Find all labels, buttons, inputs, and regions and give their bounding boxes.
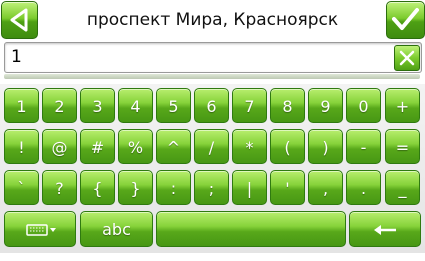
key-label: _ bbox=[398, 179, 407, 198]
key-label: * bbox=[245, 138, 254, 157]
search-input[interactable]: 1 bbox=[4, 42, 422, 73]
key-label: % bbox=[127, 138, 144, 157]
key[interactable]: % bbox=[118, 129, 153, 164]
key[interactable]: - bbox=[346, 129, 381, 164]
key[interactable]: 7 bbox=[232, 88, 267, 123]
key-label: ? bbox=[55, 179, 64, 198]
close-icon bbox=[399, 50, 415, 66]
key-label: } bbox=[130, 179, 141, 198]
key[interactable]: 6 bbox=[194, 88, 229, 123]
key[interactable]: 2 bbox=[42, 88, 77, 123]
key[interactable]: ; bbox=[194, 170, 229, 205]
key-label: 9 bbox=[320, 97, 331, 116]
key[interactable]: : bbox=[156, 170, 191, 205]
key[interactable]: _ bbox=[385, 170, 420, 205]
key[interactable]: 0 bbox=[346, 88, 381, 123]
key-label: ) bbox=[322, 138, 329, 157]
key-label: - bbox=[360, 138, 367, 157]
key-label: { bbox=[92, 179, 103, 198]
key[interactable]: 8 bbox=[270, 88, 305, 123]
keyboard-layout-button[interactable] bbox=[4, 211, 76, 247]
key-label: + bbox=[395, 97, 410, 116]
abc-button-label: abc bbox=[102, 220, 131, 239]
key[interactable]: 3 bbox=[80, 88, 115, 123]
key[interactable]: ) bbox=[308, 129, 343, 164]
abc-button[interactable]: abc bbox=[80, 211, 153, 247]
key-label: ' bbox=[285, 179, 290, 198]
key-label: . bbox=[360, 179, 367, 198]
key-label: : bbox=[170, 179, 177, 198]
key-label: 0 bbox=[358, 97, 369, 116]
key[interactable]: | bbox=[232, 170, 267, 205]
key[interactable]: 4 bbox=[118, 88, 153, 123]
divider bbox=[4, 74, 420, 79]
key[interactable]: 1 bbox=[4, 88, 39, 123]
key[interactable]: { bbox=[80, 170, 115, 205]
key-label: ! bbox=[18, 138, 25, 157]
key[interactable]: # bbox=[80, 129, 115, 164]
key[interactable]: ` bbox=[4, 170, 39, 205]
space-button[interactable] bbox=[156, 211, 346, 247]
key[interactable]: , bbox=[308, 170, 343, 205]
key[interactable]: / bbox=[194, 129, 229, 164]
key-label: 4 bbox=[130, 97, 141, 116]
clear-input-button[interactable] bbox=[394, 45, 420, 71]
key[interactable]: ' bbox=[270, 170, 305, 205]
key-label: ; bbox=[208, 179, 215, 198]
key[interactable]: . bbox=[346, 170, 381, 205]
search-input-value: 1 bbox=[11, 47, 22, 67]
key-label: 1 bbox=[16, 97, 27, 116]
keyboard-icon bbox=[26, 224, 56, 236]
key-label: = bbox=[395, 138, 410, 157]
confirm-button[interactable] bbox=[386, 1, 425, 39]
key-label: , bbox=[322, 179, 329, 198]
key[interactable]: 5 bbox=[156, 88, 191, 123]
key[interactable]: = bbox=[385, 129, 420, 164]
key-label: | bbox=[246, 179, 253, 198]
backspace-button[interactable] bbox=[349, 211, 421, 247]
key[interactable]: + bbox=[385, 88, 420, 123]
key-label: ^ bbox=[166, 138, 181, 157]
key[interactable]: ! bbox=[4, 129, 39, 164]
key[interactable]: 9 bbox=[308, 88, 343, 123]
key[interactable]: * bbox=[232, 129, 267, 164]
key-label: 3 bbox=[92, 97, 103, 116]
back-button[interactable] bbox=[1, 1, 38, 39]
key[interactable]: ^ bbox=[156, 129, 191, 164]
key-label: / bbox=[208, 138, 215, 157]
key-label: 5 bbox=[168, 97, 179, 116]
key-label: 8 bbox=[282, 97, 293, 116]
backspace-arrow-icon bbox=[374, 225, 396, 235]
page-title: проспект Мира, Красноярск bbox=[86, 10, 339, 30]
key-label: ( bbox=[284, 138, 291, 157]
key[interactable]: } bbox=[118, 170, 153, 205]
key-label: @ bbox=[51, 138, 68, 157]
key-label: # bbox=[90, 138, 105, 157]
key-label: 7 bbox=[244, 97, 255, 116]
key[interactable]: ( bbox=[270, 129, 305, 164]
key-label: 6 bbox=[206, 97, 217, 116]
checkmark-icon bbox=[392, 8, 419, 30]
keyboard: 1 2 3 4 5 6 7 8 9 0 +! @ #% ^ / * () - = `? {}:; | ',. _abc bbox=[0, 84, 425, 253]
key[interactable]: ? bbox=[42, 170, 77, 205]
top-bar: проспект Мира, Красноярск bbox=[0, 0, 425, 40]
key-label: ` bbox=[17, 179, 26, 198]
key[interactable]: @ bbox=[42, 129, 77, 164]
back-arrow-icon bbox=[10, 8, 28, 32]
key-label: 2 bbox=[54, 97, 65, 116]
